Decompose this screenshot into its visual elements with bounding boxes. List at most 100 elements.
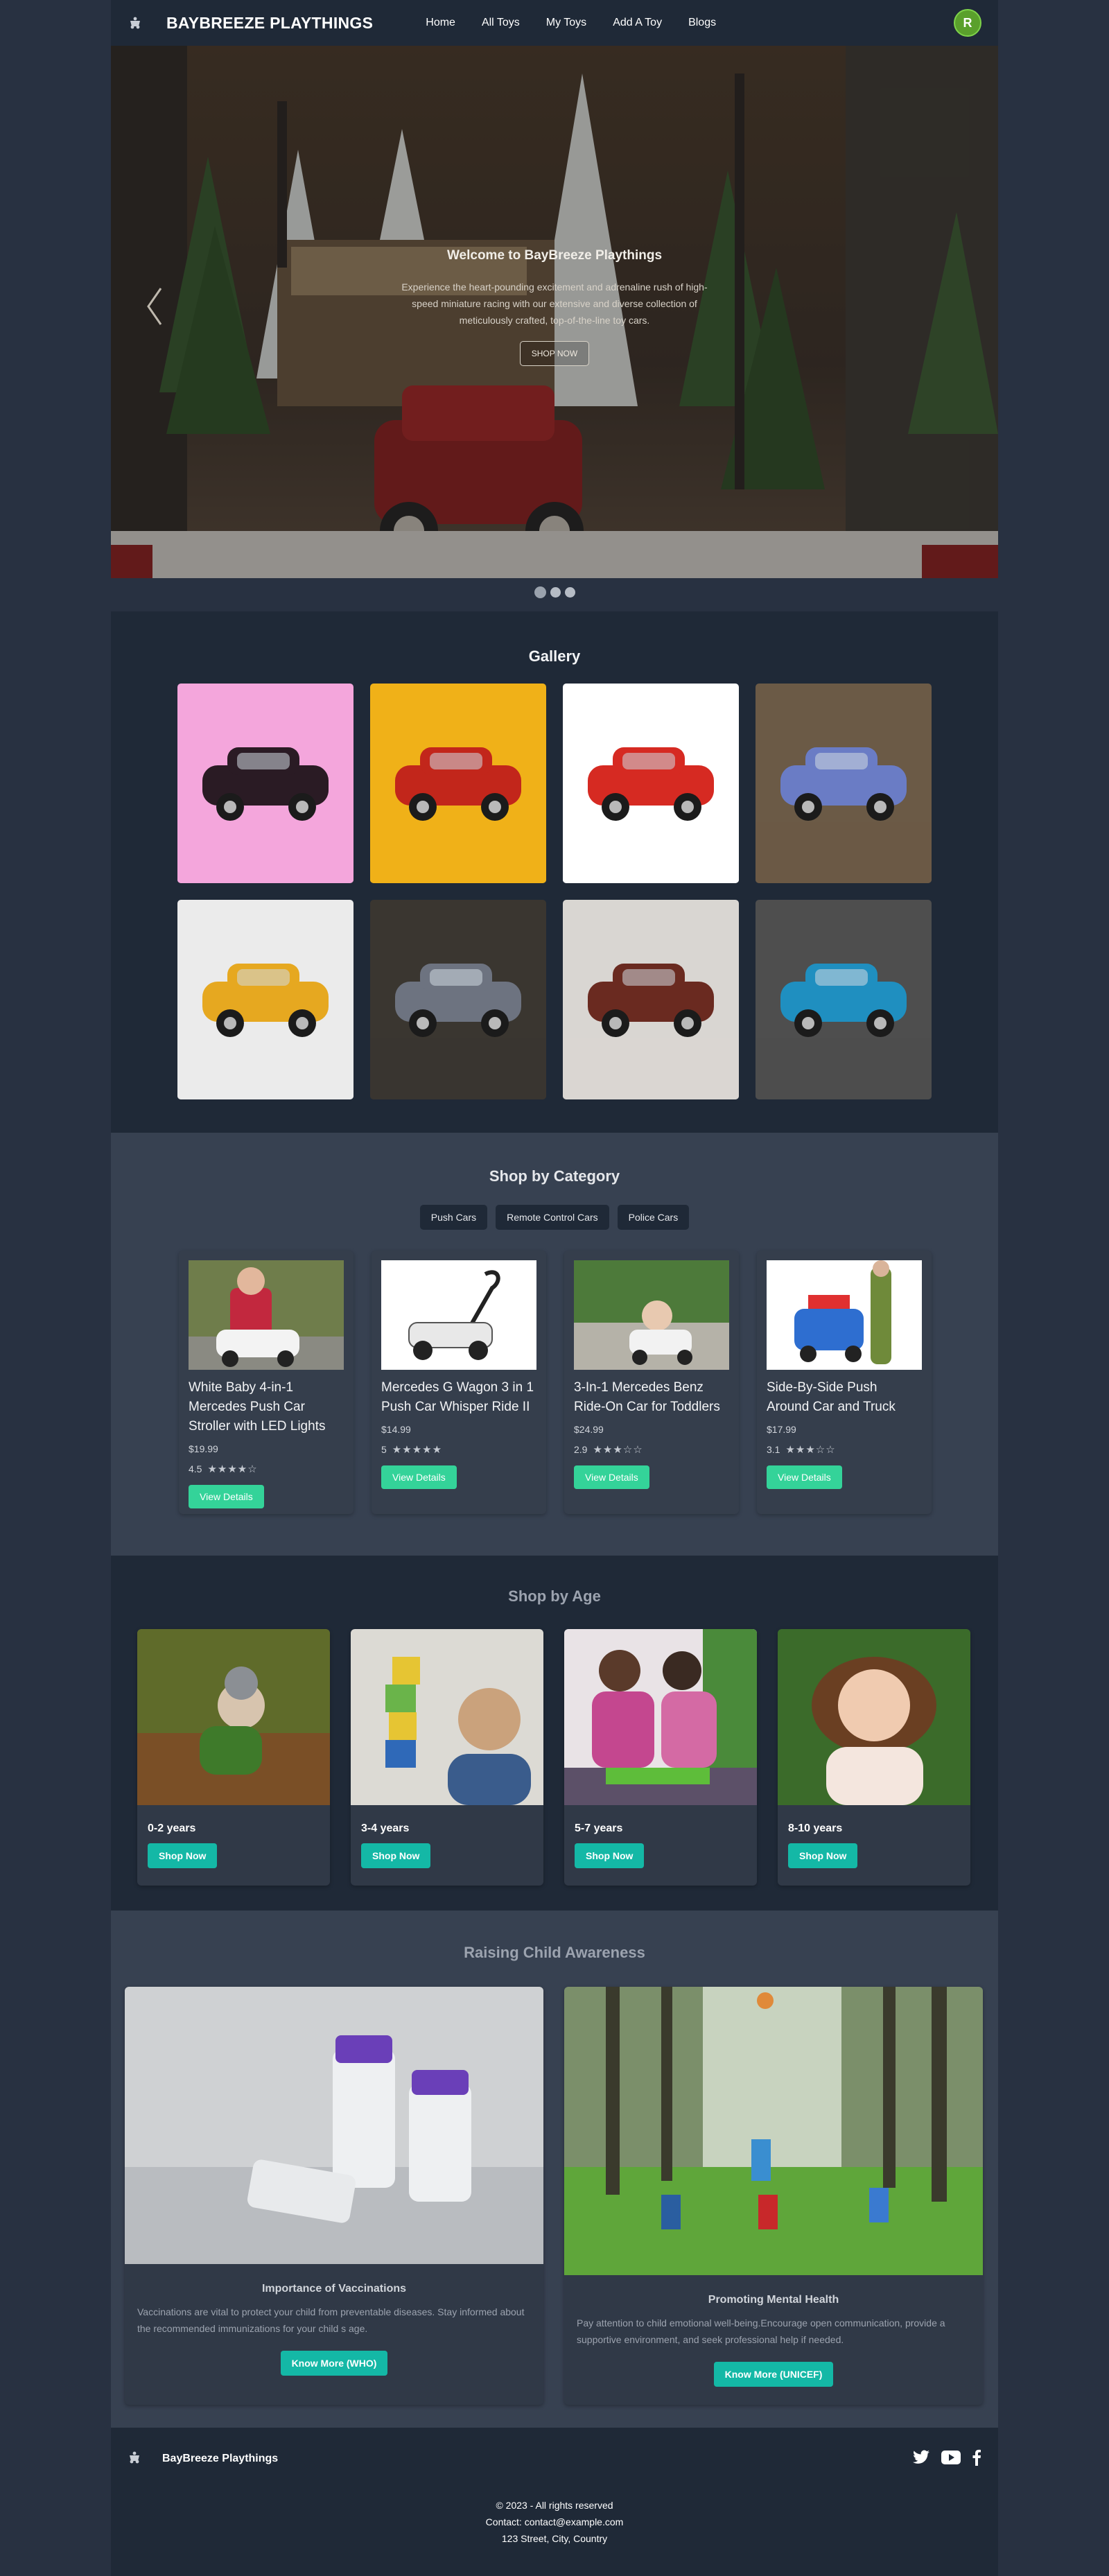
age-card: 5-7 years Shop Now xyxy=(564,1629,757,1886)
product-image xyxy=(574,1260,729,1370)
user-avatar[interactable]: R xyxy=(954,9,981,37)
product-price: $17.99 xyxy=(767,1424,796,1435)
awareness-cards: Importance of Vaccinations Vaccinations … xyxy=(125,1987,983,2405)
product-card: Mercedes G Wagon 3 in 1 Push Car Whisper… xyxy=(372,1251,546,1514)
gallery-title: Gallery xyxy=(528,647,581,665)
rating-value: 2.9 xyxy=(574,1444,588,1455)
star-rating-icon: ★★★☆☆ xyxy=(785,1444,836,1456)
product-image xyxy=(767,1260,922,1370)
awareness-card-text: Vaccinations are vital to protect your c… xyxy=(137,2306,525,2334)
carousel-dot-2[interactable] xyxy=(550,587,561,598)
product-card: 3-In-1 Mercedes Benz Ride-On Car for Tod… xyxy=(564,1251,739,1514)
category-section: Shop by Category Push Cars Remote Contro… xyxy=(111,1133,998,1556)
facebook-icon[interactable] xyxy=(972,2449,981,2469)
product-name: 3-In-1 Mercedes Benz Ride-On Car for Tod… xyxy=(574,1380,720,1414)
twitter-icon[interactable] xyxy=(912,2450,930,2469)
awareness-card-title: Importance of Vaccinations xyxy=(261,2283,407,2295)
gallery-image-yellow-fiat[interactable] xyxy=(177,900,353,1099)
vaccine-image xyxy=(125,1987,543,2264)
carousel-dots xyxy=(0,586,1109,598)
nav-link-my-toys[interactable]: My Toys xyxy=(546,17,586,29)
social-links xyxy=(912,2449,981,2469)
brand-name[interactable]: BAYBREEZE PLAYTHINGS xyxy=(166,14,373,33)
gallery-image-super-van[interactable] xyxy=(563,900,739,1099)
age-cards: 0-2 years Shop Now 3-4 years Shop Now 5-… xyxy=(137,1629,970,1886)
gallery-image-lego-atv[interactable] xyxy=(756,684,932,883)
product-cards: White Baby 4-in-1 Mercedes Push Car Stro… xyxy=(179,1251,932,1514)
product-name: Side-By-Side Push Around Car and Truck xyxy=(767,1380,896,1414)
awareness-card-title: Promoting Mental Health xyxy=(708,2294,839,2306)
product-rating: 2.9 ★★★☆☆ xyxy=(574,1443,729,1456)
gallery-image-hot-wheels-blue[interactable] xyxy=(756,900,932,1099)
product-price: $14.99 xyxy=(381,1424,411,1435)
product-rating: 5 ★★★★★ xyxy=(381,1443,536,1456)
product-price: $24.99 xyxy=(574,1424,604,1435)
age-card: 0-2 years Shop Now xyxy=(137,1629,330,1886)
age-image xyxy=(564,1629,757,1805)
gallery-image-red-racer-yellow[interactable] xyxy=(370,684,546,883)
age-card: 8-10 years Shop Now xyxy=(778,1629,970,1886)
hero-shop-now-button[interactable]: SHOP NOW xyxy=(519,341,590,366)
age-title: Shop by Age xyxy=(508,1587,601,1605)
product-card: Side-By-Side Push Around Car and Truck $… xyxy=(757,1251,932,1514)
star-rating-icon: ★★★★☆ xyxy=(207,1463,258,1475)
carousel-dot-3[interactable] xyxy=(564,587,575,598)
gallery-image-black-convertible[interactable] xyxy=(177,684,353,883)
youtube-icon[interactable] xyxy=(941,2450,961,2468)
view-details-button[interactable]: View Details xyxy=(767,1465,842,1489)
footer: BayBreeze Playthings © 2023 - All rights… xyxy=(111,2428,998,2576)
view-details-button[interactable]: View Details xyxy=(381,1465,457,1489)
nav-link-all-toys[interactable]: All Toys xyxy=(482,17,520,29)
product-card: White Baby 4-in-1 Mercedes Push Car Stro… xyxy=(179,1251,353,1514)
product-rating: 3.1 ★★★☆☆ xyxy=(767,1443,922,1456)
tab-police-cars[interactable]: Police Cars xyxy=(617,1205,690,1230)
age-label: 5-7 years xyxy=(575,1822,623,1834)
product-image xyxy=(381,1260,536,1370)
know-more-unicef-button[interactable]: Know More (UNICEF) xyxy=(713,2362,834,2387)
address-text: 123 Street, City, Country xyxy=(501,2533,608,2544)
hero-description: Experience the heart-pounding excitement… xyxy=(401,281,708,326)
nav-links: Home All Toys My Toys Add A Toy Blogs xyxy=(426,17,716,29)
tab-push-cars[interactable]: Push Cars xyxy=(419,1205,488,1230)
nav-link-blogs[interactable]: Blogs xyxy=(688,17,716,29)
mental-health-image xyxy=(564,1987,983,2275)
copyright-text: © 2023 - All rights reserved xyxy=(496,2500,613,2511)
awareness-section: Raising Child Awareness Importance of Va… xyxy=(111,1911,998,2428)
age-image xyxy=(137,1629,330,1805)
hero-title: Welcome to BayBreeze Playthings xyxy=(446,248,663,263)
carousel-dot-1[interactable] xyxy=(534,586,546,598)
rating-value: 3.1 xyxy=(767,1444,780,1455)
toy-logo-icon[interactable] xyxy=(128,15,143,31)
category-tabs: Push Cars Remote Control Cars Police Car… xyxy=(111,1205,998,1230)
gallery-section: Gallery xyxy=(111,611,998,1133)
product-name: Mercedes G Wagon 3 in 1 Push Car Whisper… xyxy=(381,1380,534,1414)
view-details-button[interactable]: View Details xyxy=(189,1485,264,1508)
footer-logo-icon xyxy=(128,2451,141,2467)
product-image xyxy=(189,1260,344,1370)
shop-now-button[interactable]: Shop Now xyxy=(148,1843,218,1868)
age-card: 3-4 years Shop Now xyxy=(351,1629,543,1886)
shop-now-button[interactable]: Shop Now xyxy=(575,1843,645,1868)
awareness-card: Promoting Mental Health Pay attention to… xyxy=(564,1987,983,2405)
know-more-who-button[interactable]: Know More (WHO) xyxy=(280,2351,388,2376)
gallery-image-red-beetle[interactable] xyxy=(563,684,739,883)
shop-now-button[interactable]: Shop Now xyxy=(361,1843,431,1868)
hero-content: Welcome to BayBreeze Playthings Experien… xyxy=(111,248,998,366)
product-rating: 4.5 ★★★★☆ xyxy=(189,1463,344,1475)
awareness-card-text: Pay attention to child emotional well-be… xyxy=(577,2317,945,2345)
view-details-button[interactable]: View Details xyxy=(574,1465,649,1489)
product-name: White Baby 4-in-1 Mercedes Push Car Stro… xyxy=(189,1380,326,1434)
gallery-grid xyxy=(177,684,932,1099)
tab-remote-control-cars[interactable]: Remote Control Cars xyxy=(496,1205,609,1230)
age-section: Shop by Age 0-2 years Shop Now 3-4 years… xyxy=(111,1556,998,1911)
nav-link-add-toy[interactable]: Add A Toy xyxy=(613,17,662,29)
footer-brand: BayBreeze Playthings xyxy=(162,2453,279,2464)
age-image xyxy=(778,1629,970,1805)
nav-link-home[interactable]: Home xyxy=(426,17,455,29)
age-label: 3-4 years xyxy=(361,1822,410,1834)
gallery-image-racing-car-dark[interactable] xyxy=(370,900,546,1099)
shop-now-button[interactable]: Shop Now xyxy=(788,1843,858,1868)
age-image xyxy=(351,1629,543,1805)
age-label: 8-10 years xyxy=(788,1822,843,1834)
navbar: BAYBREEZE PLAYTHINGS Home All Toys My To… xyxy=(111,0,998,46)
